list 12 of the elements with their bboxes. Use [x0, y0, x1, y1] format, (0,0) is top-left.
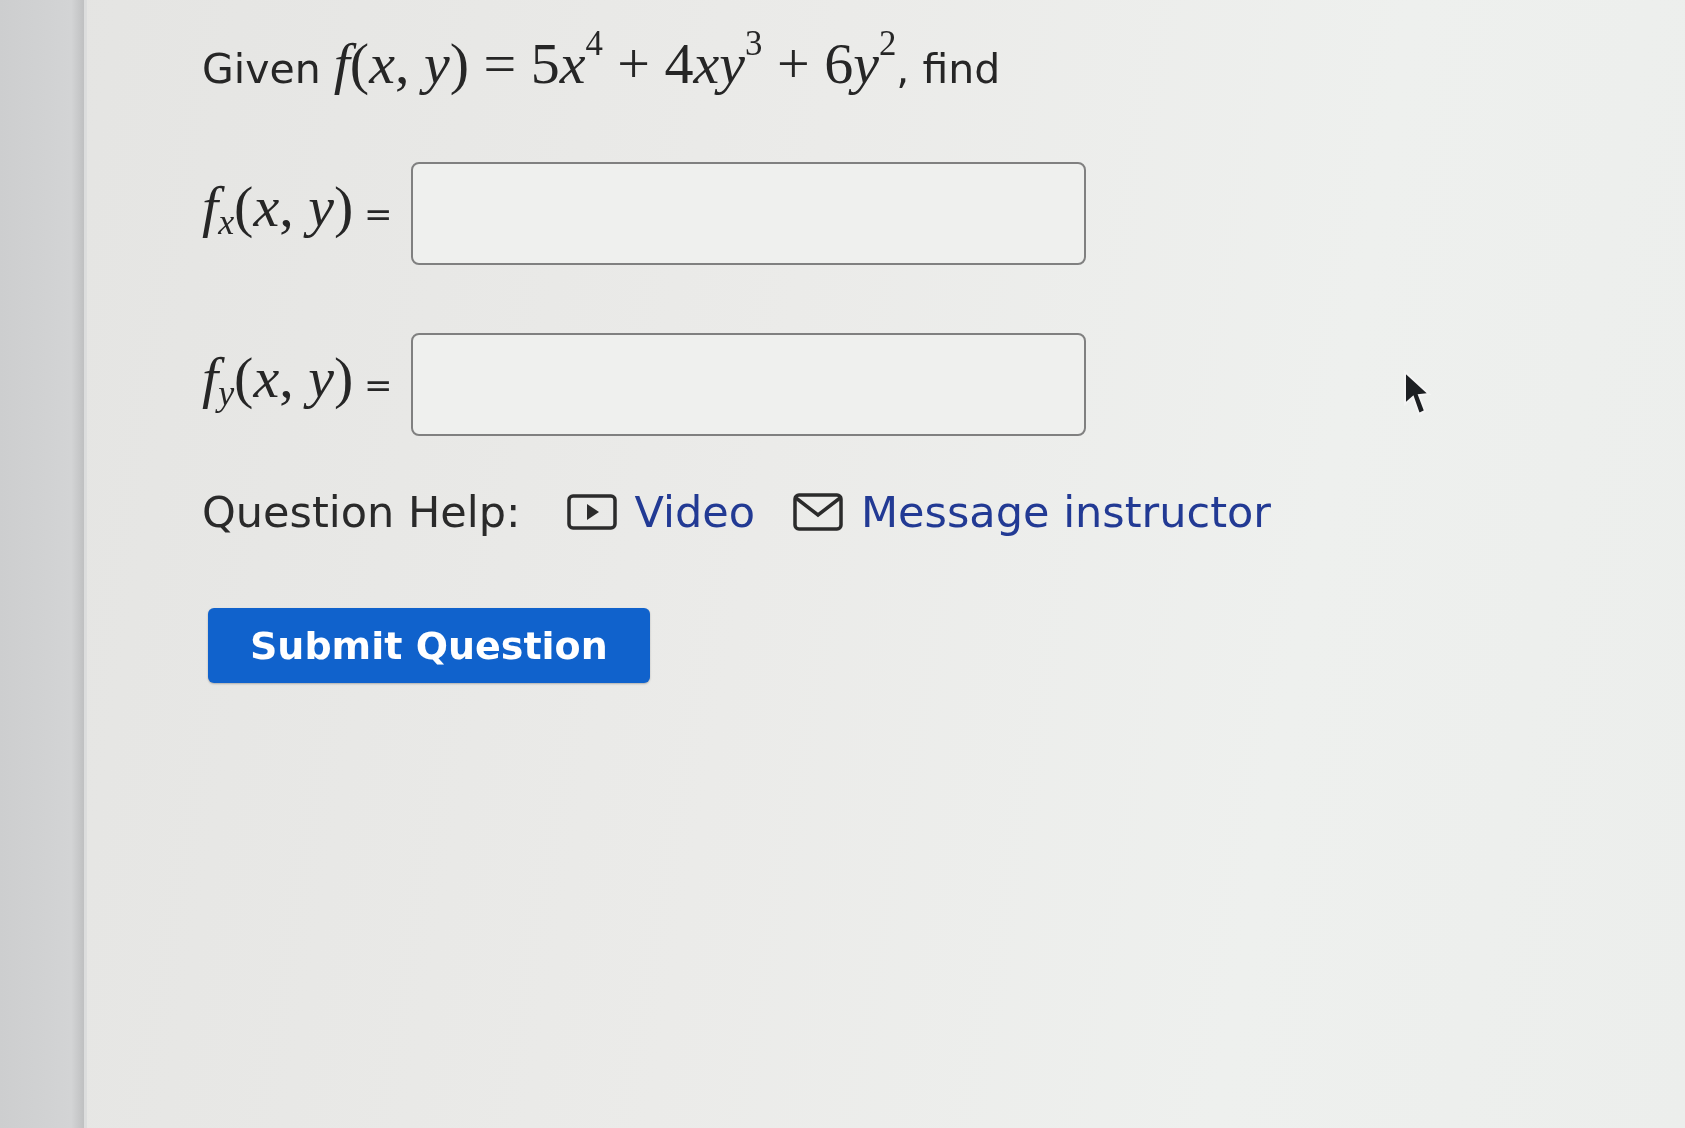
answer-field[interactable] — [410, 162, 1086, 265]
answer-field[interactable] — [410, 333, 1086, 436]
submit-button[interactable]: Submit Question — [208, 608, 650, 683]
answer-label: f$_{y}$(x, y) = — [202, 344, 393, 416]
cursor-icon — [1403, 370, 1431, 418]
help-label: Question Help: — [202, 487, 521, 537]
answer-label: f$_{x}$(x, y) = — [202, 173, 393, 245]
envelope-icon — [793, 493, 843, 531]
message-link[interactable]: Message instructor — [793, 487, 1271, 537]
question-text: Given f(x, y) = 5x$^{4}$ + 4xy$^{3}$ + 6y$^{2}$, find — [202, 28, 1001, 98]
video-link[interactable]: Video — [566, 487, 755, 537]
play-icon — [566, 494, 617, 530]
